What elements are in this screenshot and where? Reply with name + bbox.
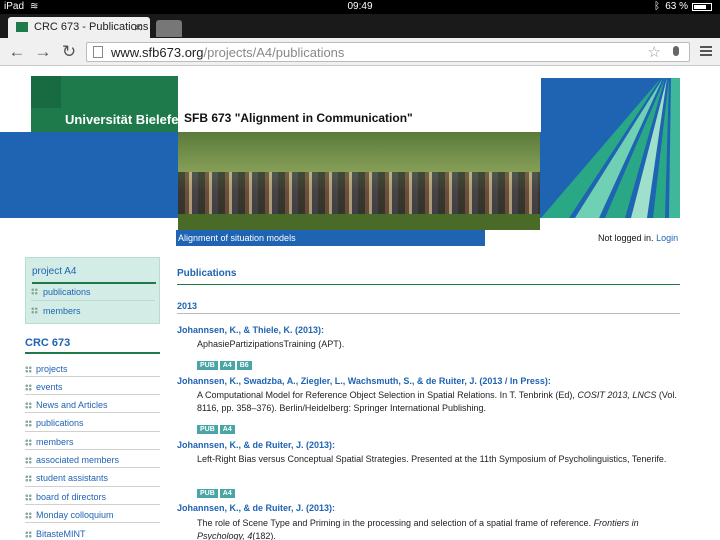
logo-accent [31, 76, 61, 108]
crc-link-associated-members[interactable]: associated members [36, 455, 119, 465]
tab-title: CRC 673 - Publications [34, 21, 149, 33]
status-bar: iPad ≋ 09:49 ᛒ 63 % [0, 0, 720, 14]
back-icon[interactable]: ← [6, 42, 28, 62]
close-tab-icon[interactable]: × [134, 19, 142, 35]
pub-tags: PUB A4 [197, 418, 237, 436]
browser-toolbar: ← → ↻ www.sfb673.org/projects/A4/publica… [0, 38, 720, 66]
page-icon [93, 46, 103, 58]
crc-link-projects[interactable]: projects [36, 364, 68, 374]
pub-text: Left-Right Bias versus Conceptual Spatia… [197, 454, 667, 464]
bullet-icon [25, 366, 32, 373]
year-heading: 2013 [177, 301, 198, 311]
project-title[interactable]: project A4 [32, 266, 76, 277]
mic-icon[interactable] [673, 46, 679, 56]
project-code: A4 [137, 218, 168, 246]
decorative-stripes [541, 78, 680, 218]
university-name: Universität Bielefeld [65, 112, 190, 127]
login-status: Not logged in. Login [598, 233, 678, 243]
bullet-icon [25, 420, 32, 427]
pub-authors[interactable]: Johannsen, K., & de Ruiter, J. (2013): [177, 440, 335, 450]
project-subtitle: Alignment of situation models [178, 233, 296, 243]
address-bar[interactable]: www.sfb673.org/projects/A4/publications … [86, 42, 690, 62]
crc-title[interactable]: CRC 673 [25, 337, 70, 349]
favicon-icon [16, 22, 28, 32]
sidebar-item-members[interactable]: members [43, 306, 81, 316]
crc-link-news[interactable]: News and Articles [36, 400, 108, 410]
tag-badge[interactable]: B6 [236, 361, 252, 370]
tab-strip: CRC 673 - Publications × [0, 14, 720, 38]
url-path: /projects/A4/publications [203, 45, 345, 60]
bullet-icon [25, 402, 32, 409]
pub-text: AphasiePartizipationsTraining (APT). [197, 339, 345, 349]
login-status-text: Not logged in. [598, 233, 654, 243]
bullet-icon [25, 512, 32, 519]
sidebar-item-publications[interactable]: publications [43, 287, 91, 297]
url-host: www.sfb673.org [111, 45, 204, 60]
crc-link-monday-colloquium[interactable]: Monday colloquium [36, 510, 114, 520]
tag-badge[interactable]: PUB [197, 425, 218, 434]
crc-link-publications[interactable]: publications [36, 418, 84, 428]
crc-link-student-assistants[interactable]: student assistants [36, 473, 108, 483]
tag-badge[interactable]: A4 [219, 361, 235, 370]
bluetooth-icon: ᛒ [654, 1, 660, 12]
tag-badge[interactable]: PUB [197, 361, 218, 370]
bullet-icon [31, 307, 38, 314]
page-title: Publications [177, 268, 237, 279]
menu-icon[interactable] [700, 46, 712, 58]
new-tab-button[interactable] [156, 20, 182, 37]
bullet-icon [25, 494, 32, 501]
bullet-icon [25, 439, 32, 446]
crc-link-events[interactable]: events [36, 382, 63, 392]
pub-authors[interactable]: Johannsen, K., Swadzba, A., Ziegler, L.,… [177, 376, 551, 386]
pub-text: The role of Scene Type and Priming in th… [197, 518, 639, 540]
group-photo [178, 132, 540, 230]
bullet-icon [31, 288, 38, 295]
pub-authors[interactable]: Johannsen, K., & Thiele, K. (2013): [177, 325, 324, 335]
crc-link-board[interactable]: board of directors [36, 492, 106, 502]
pub-tags: PUB A4 B6 [197, 354, 254, 372]
reload-icon[interactable]: ↻ [58, 42, 80, 62]
login-link[interactable]: Login [656, 233, 678, 243]
clock: 09:49 [347, 1, 373, 12]
bullet-icon [25, 531, 32, 538]
pub-authors[interactable]: Johannsen, K., & de Ruiter, J. (2013): [177, 503, 335, 513]
pub-text: A Computational Model for Reference Obje… [197, 390, 677, 413]
battery-level: 63 % [665, 1, 688, 12]
forward-icon[interactable]: → [32, 42, 54, 62]
crc-link-members[interactable]: members [36, 437, 74, 447]
bullet-icon [25, 384, 32, 391]
tag-badge[interactable]: PUB [197, 489, 218, 498]
crc-link-bitasteMINT[interactable]: BitasteMINT [36, 529, 86, 539]
battery-icon [692, 3, 712, 11]
tag-badge[interactable]: A4 [219, 489, 235, 498]
sfb-title: SFB 673 "Alignment in Communication" [184, 111, 413, 125]
tag-badge[interactable]: A4 [219, 425, 235, 434]
star-icon[interactable]: ☆ [648, 43, 661, 61]
bullet-icon [25, 457, 32, 464]
bullet-icon [25, 475, 32, 482]
pub-tags: PUB A4 [197, 482, 237, 500]
browser-tab[interactable]: CRC 673 - Publications × [8, 17, 150, 38]
